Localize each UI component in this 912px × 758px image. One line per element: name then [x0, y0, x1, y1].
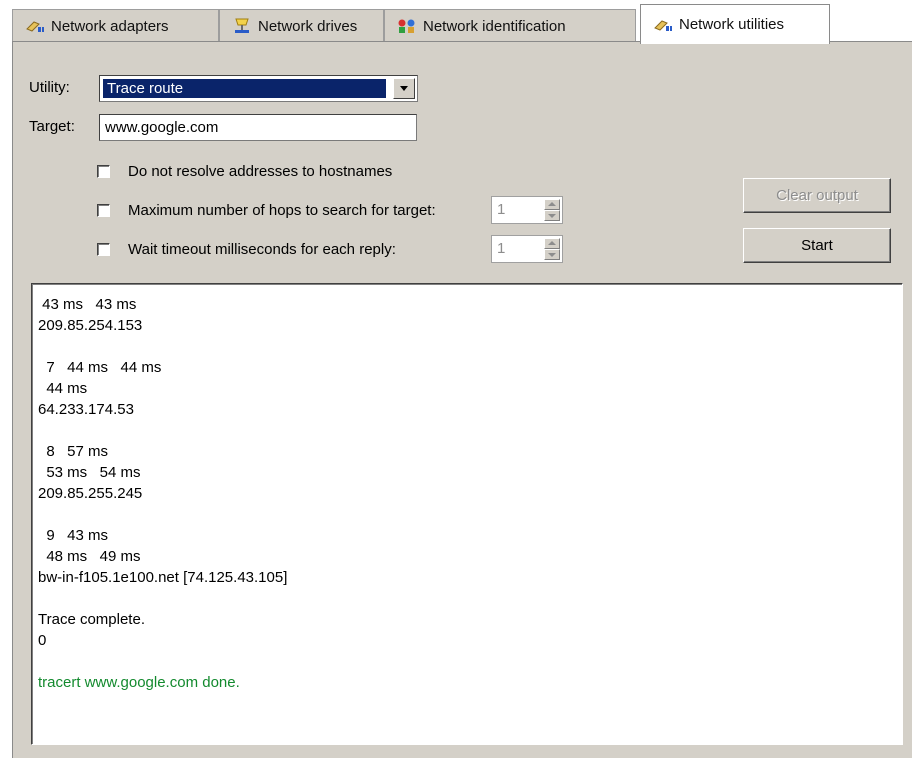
tab-label: Network identification	[423, 17, 566, 35]
tab-bar: Network adapters Network drives Network …	[0, 0, 912, 44]
option-wait-timeout[interactable]: Wait timeout milliseconds for each reply…	[97, 241, 396, 258]
network-utilities-panel: Utility: Trace route Target: www.google.…	[12, 41, 912, 758]
tab-label: Network drives	[258, 17, 358, 35]
max-hops-label: Maximum number of hops to search for tar…	[128, 202, 436, 219]
output-line: 209.85.254.153	[38, 317, 143, 334]
spin-down-icon[interactable]	[544, 210, 560, 221]
tab-label: Network adapters	[51, 17, 169, 35]
output-area[interactable]: 43 ms 43 ms 209.85.254.153 7 44 ms 44 ms…	[31, 283, 903, 745]
network-drive-icon	[232, 18, 252, 34]
wait-timeout-checkbox[interactable]	[97, 243, 110, 256]
max-hops-value: 1	[497, 201, 506, 218]
output-line: 53 ms 54 ms	[38, 464, 141, 481]
utility-select[interactable]: Trace route	[99, 75, 418, 102]
tab-network-utilities[interactable]: Network utilities	[640, 4, 830, 44]
option-max-hops[interactable]: Maximum number of hops to search for tar…	[97, 202, 436, 219]
chevron-down-icon	[400, 86, 408, 91]
spin-down-icon[interactable]	[544, 249, 560, 260]
output-line: Trace complete.	[38, 611, 145, 628]
clear-output-button[interactable]: Clear output	[743, 178, 891, 213]
dropdown-button[interactable]	[393, 78, 415, 99]
output-line: 8 57 ms	[38, 443, 109, 460]
tab-network-adapters[interactable]: Network adapters	[12, 9, 219, 42]
output-line: 48 ms 49 ms	[38, 548, 141, 565]
tab-network-drives[interactable]: Network drives	[219, 9, 384, 42]
spinner-arrows[interactable]	[544, 238, 560, 260]
utility-selected-value: Trace route	[103, 79, 386, 98]
output-line: 44 ms	[38, 380, 88, 397]
output-line: 209.85.255.245	[38, 485, 143, 502]
wait-timeout-spinner[interactable]: 1	[491, 235, 563, 263]
output-line: 0	[38, 632, 47, 649]
spin-up-icon[interactable]	[544, 238, 560, 249]
wait-timeout-label: Wait timeout milliseconds for each reply…	[128, 241, 396, 258]
output-line: 7 44 ms 44 ms	[38, 359, 162, 376]
max-hops-checkbox[interactable]	[97, 204, 110, 217]
spinner-arrows[interactable]	[544, 199, 560, 221]
no-resolve-checkbox[interactable]	[97, 165, 110, 178]
wait-timeout-value: 1	[497, 240, 506, 257]
network-adapter-icon	[25, 18, 45, 34]
target-label: Target:	[29, 118, 75, 135]
output-line: 43 ms 43 ms	[38, 296, 137, 313]
tab-label: Network utilities	[679, 16, 785, 33]
network-identification-icon	[397, 18, 417, 34]
output-done-line: tracert www.google.com done.	[38, 674, 240, 691]
utility-label: Utility:	[29, 79, 70, 96]
output-line: 64.233.174.53	[38, 401, 134, 418]
output-line: 9 43 ms	[38, 527, 109, 544]
start-button[interactable]: Start	[743, 228, 891, 263]
no-resolve-label: Do not resolve addresses to hostnames	[128, 163, 393, 180]
option-no-resolve[interactable]: Do not resolve addresses to hostnames	[97, 163, 392, 180]
output-line: bw-in-f105.1e100.net [74.125.43.105]	[38, 569, 288, 586]
spin-up-icon[interactable]	[544, 199, 560, 210]
target-input[interactable]: www.google.com	[99, 114, 417, 141]
tab-network-identification[interactable]: Network identification	[384, 9, 636, 42]
max-hops-spinner[interactable]: 1	[491, 196, 563, 224]
network-utilities-icon	[653, 17, 673, 33]
